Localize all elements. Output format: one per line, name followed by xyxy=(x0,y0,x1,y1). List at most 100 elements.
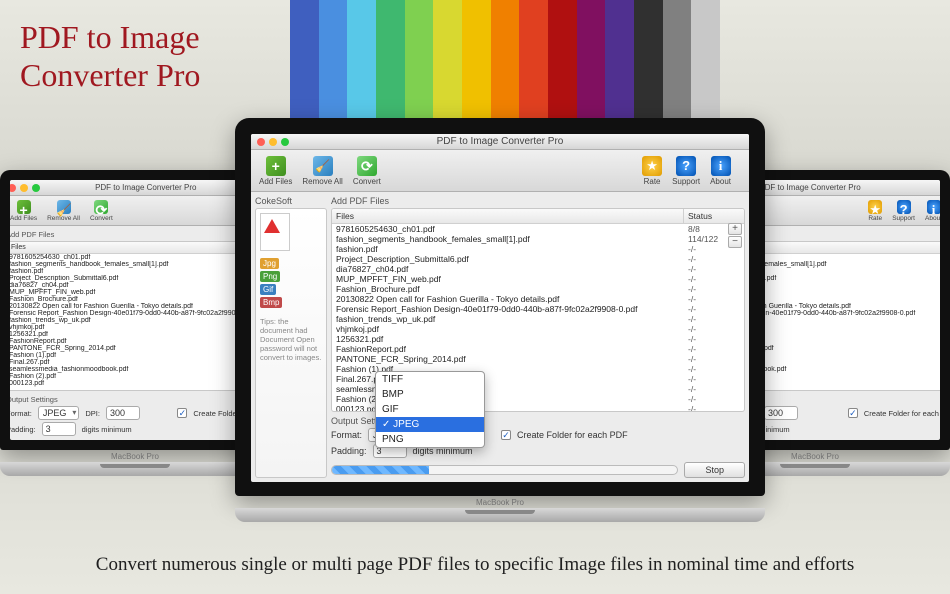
table-row[interactable]: FashionReport.pdf-/- xyxy=(332,344,744,354)
file-name-cell: FashionReport.pdf xyxy=(10,338,260,345)
dpi-input[interactable]: 300 xyxy=(764,406,798,420)
create-folder-checkbox[interactable] xyxy=(848,408,858,418)
format-label: Format: xyxy=(331,430,362,440)
create-folder-checkbox[interactable] xyxy=(177,408,187,418)
table-row[interactable]: 000123.pdf xyxy=(10,380,260,387)
info-icon xyxy=(711,156,731,176)
laptop-center: PDF to Image Converter Pro Add Files Rem… xyxy=(235,118,765,522)
file-name-cell: 1256321.pdf xyxy=(10,331,260,338)
table-row[interactable]: fashion_segments_handbook_females_small[… xyxy=(332,234,744,244)
sidebar-title: CokeSoft xyxy=(255,196,327,206)
file-name-cell: Fashion (2).pdf xyxy=(10,373,260,380)
status-cell: -/- xyxy=(684,334,744,344)
info-icon xyxy=(927,200,941,214)
rate-button[interactable]: Rate xyxy=(868,200,882,222)
file-name-cell: MUP_MPFFT_FIN_web.pdf xyxy=(10,289,260,296)
file-name-cell: fashion_segments_handbook_females_small[… xyxy=(332,234,684,244)
remove-all-button[interactable]: Remove All xyxy=(302,156,342,186)
table-row[interactable]: vhjmkoj.pdf-/- xyxy=(332,324,744,334)
table-row[interactable]: MUP_MPFFT_FIN_web.pdf xyxy=(10,289,260,296)
table-row[interactable]: seamlessmedia_fashionmoodbook.pdf xyxy=(10,366,260,373)
table-row[interactable]: Forensic Report_Fashion Design-40e01f79-… xyxy=(332,304,744,314)
table-row[interactable]: MUP_MPFFT_FIN_web.pdf-/- xyxy=(332,274,744,284)
table-row[interactable]: 1256321.pdf xyxy=(10,331,260,338)
format-option[interactable]: BMP xyxy=(376,387,484,402)
table-row[interactable]: fashion.pdf-/- xyxy=(332,244,744,254)
remove-all-button[interactable]: Remove All xyxy=(47,200,80,222)
padding-label: Padding: xyxy=(331,446,367,456)
laptop-left: PDF to Image Converter Pro Add Files Rem… xyxy=(0,170,270,476)
table-row[interactable]: Fashion (1).pdf xyxy=(10,352,260,359)
status-cell: -/- xyxy=(684,344,744,354)
table-row[interactable]: Final.267.pdf xyxy=(10,359,260,366)
file-name-cell: Forensic Report_Fashion Design-40e01f79-… xyxy=(10,310,260,317)
column-header-status[interactable]: Status xyxy=(684,209,744,223)
table-row[interactable]: PANTONE_FCR_Spring_2014.pdf xyxy=(10,345,260,352)
file-name-cell: seamlessmedia_fashionmoodbook.pdf xyxy=(10,366,260,373)
file-name-cell: Forensic Report_Fashion Design-40e01f79-… xyxy=(332,304,684,314)
rate-button[interactable]: Rate xyxy=(642,156,662,186)
table-row[interactable]: 20130822 Open call for Fashion Guerilla … xyxy=(10,303,260,310)
table-row[interactable]: Project_Description_Submittal6.pdf-/- xyxy=(332,254,744,264)
about-button[interactable]: About xyxy=(925,200,940,222)
status-cell: -/- xyxy=(684,384,744,394)
table-row[interactable]: fashion_trends_wp_uk.pdf xyxy=(10,317,260,324)
format-option[interactable]: TIFF xyxy=(376,372,484,387)
add-row-button[interactable]: + xyxy=(728,223,742,235)
question-icon xyxy=(676,156,696,176)
status-cell: -/- xyxy=(684,284,744,294)
star-icon xyxy=(642,156,662,176)
table-row[interactable]: FashionReport.pdf xyxy=(10,338,260,345)
table-row[interactable]: 9781605254630_ch01.pdf xyxy=(10,254,260,261)
file-name-cell: 20130822 Open call for Fashion Guerilla … xyxy=(332,294,684,304)
refresh-icon xyxy=(94,200,108,214)
column-header-files[interactable]: Files xyxy=(10,242,260,253)
format-option[interactable]: JPEG xyxy=(376,417,484,432)
status-cell: -/- xyxy=(684,404,744,411)
column-header-files[interactable]: Files xyxy=(332,209,684,223)
window-titlebar: PDF to Image Converter Pro xyxy=(251,134,749,150)
table-row[interactable]: Forensic Report_Fashion Design-40e01f79-… xyxy=(10,310,260,317)
table-row[interactable]: 1256321.pdf-/- xyxy=(332,334,744,344)
create-folder-checkbox[interactable] xyxy=(501,430,511,440)
remove-row-button[interactable]: − xyxy=(728,236,742,248)
table-row[interactable]: 20130822 Open call for Fashion Guerilla … xyxy=(332,294,744,304)
stop-button[interactable]: Stop xyxy=(684,462,745,478)
support-button[interactable]: Support xyxy=(672,156,700,186)
table-row[interactable]: fashion_segments_handbook_females_small[… xyxy=(10,261,260,268)
format-select[interactable]: JPEG xyxy=(38,406,80,420)
table-row[interactable]: PANTONE_FCR_Spring_2014.pdf-/- xyxy=(332,354,744,364)
format-dropdown[interactable]: TIFFBMPGIFJPEGPNG xyxy=(375,371,485,448)
format-option[interactable]: GIF xyxy=(376,402,484,417)
table-row[interactable]: vhjmkoj.pdf xyxy=(10,324,260,331)
file-name-cell: dia76827_ch04.pdf xyxy=(332,264,684,274)
table-row[interactable]: Fashion (2).pdf xyxy=(10,373,260,380)
support-button[interactable]: Support xyxy=(892,200,915,222)
padding-input[interactable]: 3 xyxy=(42,422,76,436)
format-option[interactable]: PNG xyxy=(376,432,484,447)
table-row[interactable]: Fashion_Brochure.pdf xyxy=(10,296,260,303)
file-name-cell: 000123.pdf xyxy=(10,380,260,387)
add-files-button[interactable]: Add Files xyxy=(259,156,292,186)
dpi-input[interactable]: 300 xyxy=(106,406,140,420)
status-cell: -/- xyxy=(684,254,744,264)
bmp-badge: Bmp xyxy=(260,297,282,308)
table-row[interactable]: dia76827_ch04.pdf-/- xyxy=(332,264,744,274)
table-row[interactable]: 9781605254630_ch01.pdf8/8 xyxy=(332,224,744,234)
png-badge: Png xyxy=(260,271,280,282)
sidebar-tip: Tips: the document had Document Open pas… xyxy=(260,317,322,362)
hero-line-1: PDF to Image xyxy=(20,18,200,56)
file-list[interactable]: Files 9781605254630_ch01.pdffashion_segm… xyxy=(10,241,260,391)
about-button[interactable]: About xyxy=(710,156,731,186)
table-row[interactable]: Project_Description_Submittal6.pdf xyxy=(10,275,260,282)
table-row[interactable]: dia76827_ch04.pdf xyxy=(10,282,260,289)
pdf-icon xyxy=(260,213,290,251)
table-row[interactable]: fashion_trends_wp_uk.pdf-/- xyxy=(332,314,744,324)
table-row[interactable]: fashion.pdf xyxy=(10,268,260,275)
convert-button[interactable]: Convert xyxy=(90,200,113,222)
file-name-cell: Fashion_Brochure.pdf xyxy=(10,296,260,303)
add-files-button[interactable]: Add Files xyxy=(10,200,37,222)
format-label: Format: xyxy=(10,409,32,418)
table-row[interactable]: Fashion_Brochure.pdf-/- xyxy=(332,284,744,294)
convert-button[interactable]: Convert xyxy=(353,156,381,186)
